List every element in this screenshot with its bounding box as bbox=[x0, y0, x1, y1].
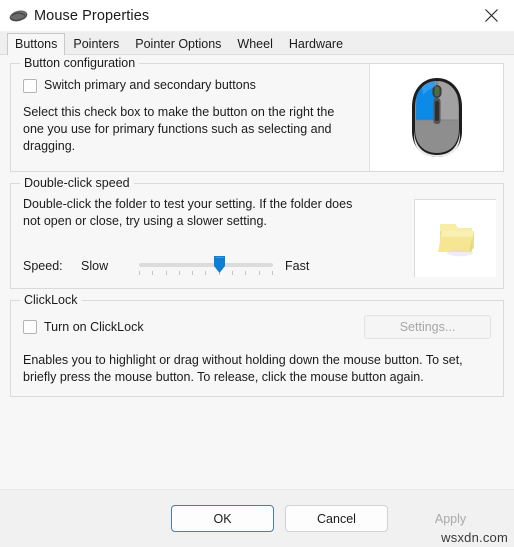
close-icon[interactable] bbox=[468, 0, 514, 31]
ok-button[interactable]: OK bbox=[171, 505, 274, 532]
button-configuration-description: Select this check box to make the button… bbox=[23, 105, 335, 153]
watermark: wsxdn.com bbox=[441, 530, 508, 545]
fast-label: Fast bbox=[285, 259, 310, 273]
double-click-speed-slider-row: Speed: Slow Fast bbox=[23, 255, 399, 277]
clicklock-description: Enables you to highlight or drag without… bbox=[23, 353, 463, 384]
tab-buttons[interactable]: Buttons bbox=[7, 33, 66, 55]
tab-hardware[interactable]: Hardware bbox=[281, 33, 351, 55]
group-title-double-click-speed: Double-click speed bbox=[20, 176, 134, 190]
mouse-preview-panel bbox=[369, 64, 503, 171]
folder-preview-panel bbox=[407, 184, 503, 288]
group-button-configuration: Button configuration Switch primary and … bbox=[10, 56, 504, 172]
window-title: Mouse Properties bbox=[34, 7, 150, 24]
group-title-button-configuration: Button configuration bbox=[20, 56, 140, 70]
turn-on-clicklock-checkbox[interactable] bbox=[23, 320, 37, 334]
folder-icon[interactable] bbox=[433, 218, 479, 260]
slider-ticks bbox=[139, 271, 273, 277]
tab-wheel[interactable]: Wheel bbox=[229, 33, 280, 55]
tab-pointers[interactable]: Pointers bbox=[65, 33, 127, 55]
turn-on-clicklock-checkbox-row[interactable]: Turn on ClickLock bbox=[23, 320, 144, 335]
mouse-preview-image bbox=[411, 77, 462, 157]
tab-strip: Buttons Pointers Pointer Options Wheel H… bbox=[0, 31, 514, 55]
slider-thumb[interactable] bbox=[213, 255, 226, 274]
apply-button[interactable]: Apply bbox=[399, 505, 502, 532]
slow-label: Slow bbox=[81, 259, 109, 273]
double-click-speed-slider[interactable] bbox=[139, 255, 273, 277]
dialog-button-bar: OK Cancel Apply wsxdn.com bbox=[0, 489, 514, 547]
group-title-clicklock: ClickLock bbox=[20, 293, 82, 307]
double-click-speed-description: Double-click the folder to test your set… bbox=[23, 197, 353, 228]
tab-panel-buttons: Button configuration Switch primary and … bbox=[0, 55, 514, 489]
tab-pointer-options[interactable]: Pointer Options bbox=[127, 33, 229, 55]
folder-test-area[interactable] bbox=[414, 199, 496, 277]
group-clicklock: ClickLock Turn on ClickLock Settings... … bbox=[10, 293, 504, 397]
switch-primary-secondary-checkbox-row[interactable]: Switch primary and secondary buttons bbox=[23, 78, 361, 93]
clicklock-settings-button[interactable]: Settings... bbox=[364, 315, 491, 339]
switch-primary-secondary-label: Switch primary and secondary buttons bbox=[44, 78, 256, 92]
mouse-properties-window: Mouse Properties Buttons Pointers Pointe… bbox=[0, 0, 514, 547]
title-bar: Mouse Properties bbox=[0, 0, 514, 31]
speed-label: Speed: bbox=[23, 259, 63, 273]
mouse-icon bbox=[8, 6, 28, 26]
slider-track[interactable] bbox=[139, 263, 273, 267]
cancel-button[interactable]: Cancel bbox=[285, 505, 388, 532]
turn-on-clicklock-label: Turn on ClickLock bbox=[44, 319, 144, 334]
group-double-click-speed: Double-click speed Double-click the fold… bbox=[10, 176, 504, 289]
switch-primary-secondary-checkbox[interactable] bbox=[23, 78, 37, 93]
